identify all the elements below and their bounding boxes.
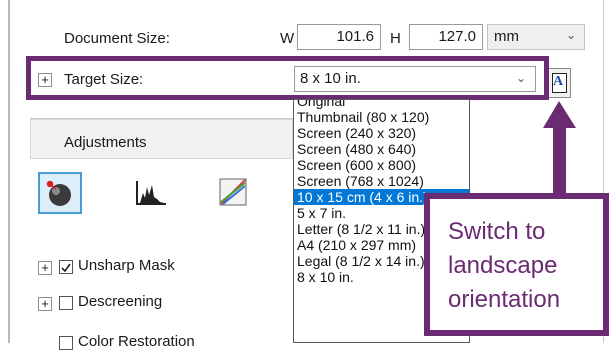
callout-line-2: landscape bbox=[448, 252, 558, 279]
callout-line-1: Switch to bbox=[448, 218, 546, 245]
instruction-callout: Switch to landscape orientation bbox=[424, 193, 609, 336]
arrow-head bbox=[543, 101, 576, 128]
arrow-shaft bbox=[553, 128, 566, 196]
callout-line-3: orientation bbox=[448, 286, 561, 313]
